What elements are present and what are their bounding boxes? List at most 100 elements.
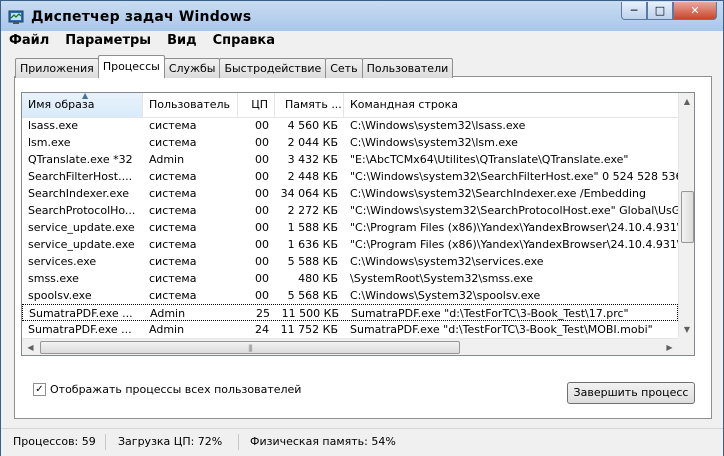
cell-cpu: 00	[255, 272, 269, 285]
status-divider	[105, 434, 106, 450]
cell-memory: 34 064 КБ	[280, 187, 338, 200]
process-row[interactable]: lsm.exe система 00 2 044 КБ C:\Windows\syste…	[22, 134, 678, 151]
cell-image-name: SumatraPDF.exe ...	[28, 323, 132, 336]
cell-memory: 2 044 КБ	[287, 136, 338, 149]
vertical-scroll-thumb[interactable]	[681, 191, 694, 243]
process-row[interactable]: SearchProtocolHo... система 00 2 272 КБ "C:\…	[22, 202, 678, 219]
column-header-cpu[interactable]: ЦП	[238, 93, 275, 117]
cell-command-line: C:\Windows\system32\lsass.exe	[350, 119, 526, 132]
cell-memory: 2 448 КБ	[287, 170, 338, 183]
cell-command-line: C:\Windows\system32\lsm.exe	[350, 136, 518, 149]
menu-options[interactable]: Параметры	[57, 31, 159, 50]
column-header-command-line[interactable]: Командная строка	[344, 93, 678, 117]
cell-image-name: SearchFilterHost....	[28, 170, 133, 183]
close-button[interactable]: ✕	[673, 2, 717, 20]
process-row[interactable]: service_update.exe система 00 1 588 КБ "C:\P…	[22, 219, 678, 236]
tab-services[interactable]: Службы	[163, 58, 221, 78]
cell-command-line: "C:\Program Files (x86)\Yandex\YandexBro…	[350, 221, 678, 234]
horizontal-scrollbar[interactable]: ◀ ||| ▶	[22, 338, 678, 355]
menu-file[interactable]: Файл	[1, 31, 57, 50]
process-row[interactable]: SearchIndexer.exe система 00 34 064 КБ C:\Wi…	[22, 185, 678, 202]
column-header-user[interactable]: Пользователь	[143, 93, 238, 117]
process-row[interactable]: smss.exe система 00 480 КБ \SystemRoot\Syste…	[22, 270, 678, 287]
scroll-up-button[interactable]: ▲	[679, 93, 694, 110]
cell-user: система	[149, 119, 197, 132]
task-manager-window: Диспетчер задач Windows ─ □ ✕ Файл Парам…	[0, 0, 724, 456]
cell-cpu: 00	[255, 238, 269, 251]
cell-cpu: 00	[255, 136, 269, 149]
scroll-left-button[interactable]: ◀	[22, 339, 39, 355]
process-row[interactable]: SumatraPDF.exe ... Admin 24 11 752 КБ Sumatr…	[22, 321, 678, 338]
menu-view[interactable]: Вид	[159, 31, 205, 50]
cell-memory: 2 272 КБ	[287, 204, 338, 217]
cell-user: система	[149, 255, 197, 268]
cell-image-name: service_update.exe	[28, 221, 135, 234]
cell-memory: 5 588 КБ	[287, 255, 338, 268]
cell-image-name: lsm.exe	[28, 136, 71, 149]
cell-user: Admin	[150, 307, 186, 320]
process-row[interactable]: QTranslate.exe *32 Admin 00 3 432 КБ "E:\Abc…	[22, 151, 678, 168]
cell-memory: 1 588 КБ	[287, 221, 338, 234]
title-bar[interactable]: Диспетчер задач Windows ─ □ ✕	[1, 1, 723, 31]
process-row[interactable]: SumatraPDF.exe ... Admin 25 11 500 КБ Sumatr…	[22, 304, 678, 321]
process-row[interactable]: services.exe система 00 5 588 КБ C:\Windows\…	[22, 253, 678, 270]
tab-strip: Приложения Процессы Службы Быстродействи…	[15, 55, 454, 78]
minimize-button[interactable]: ─	[621, 2, 647, 20]
status-bar: Процессов: 59 Загрузка ЦП: 72% Физическа…	[1, 428, 723, 456]
cell-memory: 11 752 КБ	[280, 323, 338, 336]
scroll-down-button[interactable]: ▼	[679, 321, 694, 338]
tab-applications[interactable]: Приложения	[15, 58, 99, 78]
maximize-icon: □	[654, 4, 666, 17]
cell-command-line: "C:\Windows\system32\SearchProtocolHost.…	[350, 204, 678, 217]
cell-image-name: spoolsv.exe	[28, 289, 92, 302]
show-all-label: Отображать процессы всех пользователей	[50, 383, 302, 396]
process-row[interactable]: service_update.exe система 00 1 636 КБ "C:\P…	[22, 236, 678, 253]
cell-user: система	[149, 170, 197, 183]
process-row[interactable]: SearchFilterHost.... система 00 2 448 КБ "C:…	[22, 168, 678, 185]
cell-command-line: SumatraPDF.exe "d:\TestForTC\3-Book_Test…	[351, 307, 629, 320]
arrow-up-icon: ▲	[683, 97, 691, 106]
cell-command-line: "E:\AbcTCMx64\Utilites\QTranslate\QTrans…	[350, 153, 629, 166]
show-all-checkbox[interactable]: ✓	[33, 383, 46, 396]
close-icon: ✕	[690, 4, 700, 17]
cell-command-line: C:\Windows\system32\SearchIndexer.exe /E…	[350, 187, 646, 200]
scrollbar-corner	[678, 338, 694, 355]
cell-memory: 3 432 КБ	[287, 153, 338, 166]
vertical-scrollbar[interactable]: ▲ ▼	[678, 93, 694, 338]
cell-cpu: 00	[255, 221, 269, 234]
cell-image-name: SumatraPDF.exe ...	[29, 307, 133, 320]
tab-users[interactable]: Пользователи	[361, 58, 454, 78]
tab-processes[interactable]: Процессы	[97, 55, 165, 78]
tab-performance[interactable]: Быстродействие	[219, 58, 327, 78]
cell-user: Admin	[149, 323, 185, 336]
menu-help[interactable]: Справка	[205, 31, 283, 50]
process-list[interactable]: ▲ Имя образа Пользователь ЦП Память ... …	[21, 92, 695, 356]
grip-icon: |||	[247, 343, 253, 352]
window-title: Диспетчер задач Windows	[31, 9, 252, 25]
tab-network[interactable]: Сеть	[325, 58, 363, 78]
cell-cpu: 00	[255, 119, 269, 132]
scroll-right-button[interactable]: ▶	[661, 339, 678, 355]
cell-user: система	[149, 187, 197, 200]
status-processes: Процессов: 59	[13, 435, 96, 448]
column-header-memory[interactable]: Память ...	[275, 93, 344, 117]
cell-memory: 5 568 КБ	[287, 289, 338, 302]
cell-command-line: "C:\Windows\system32\SearchFilterHost.ex…	[350, 170, 678, 183]
cell-memory: 1 636 КБ	[287, 238, 338, 251]
show-all-processes[interactable]: ✓ Отображать процессы всех пользователей	[33, 383, 301, 396]
cell-memory: 11 500 КБ	[281, 307, 339, 320]
cell-image-name: smss.exe	[28, 272, 79, 285]
horizontal-scroll-thumb[interactable]: |||	[40, 341, 460, 354]
menu-bar: Файл Параметры Вид Справка	[1, 31, 723, 50]
cell-image-name: QTranslate.exe *32	[28, 153, 133, 166]
column-header-image-name[interactable]: ▲ Имя образа	[22, 93, 143, 117]
process-row[interactable]: lsass.exe система 00 4 560 КБ C:\Windows\sys…	[22, 117, 678, 134]
cell-cpu: 00	[255, 170, 269, 183]
cell-image-name: services.exe	[28, 255, 97, 268]
process-list-header: ▲ Имя образа Пользователь ЦП Память ... …	[22, 93, 678, 118]
cell-memory: 4 560 КБ	[287, 119, 338, 132]
maximize-button[interactable]: □	[647, 2, 673, 20]
cell-cpu: 00	[255, 204, 269, 217]
process-row[interactable]: spoolsv.exe система 00 5 568 КБ C:\Windows\S…	[22, 287, 678, 304]
end-process-button[interactable]: Завершить процесс	[567, 382, 695, 404]
